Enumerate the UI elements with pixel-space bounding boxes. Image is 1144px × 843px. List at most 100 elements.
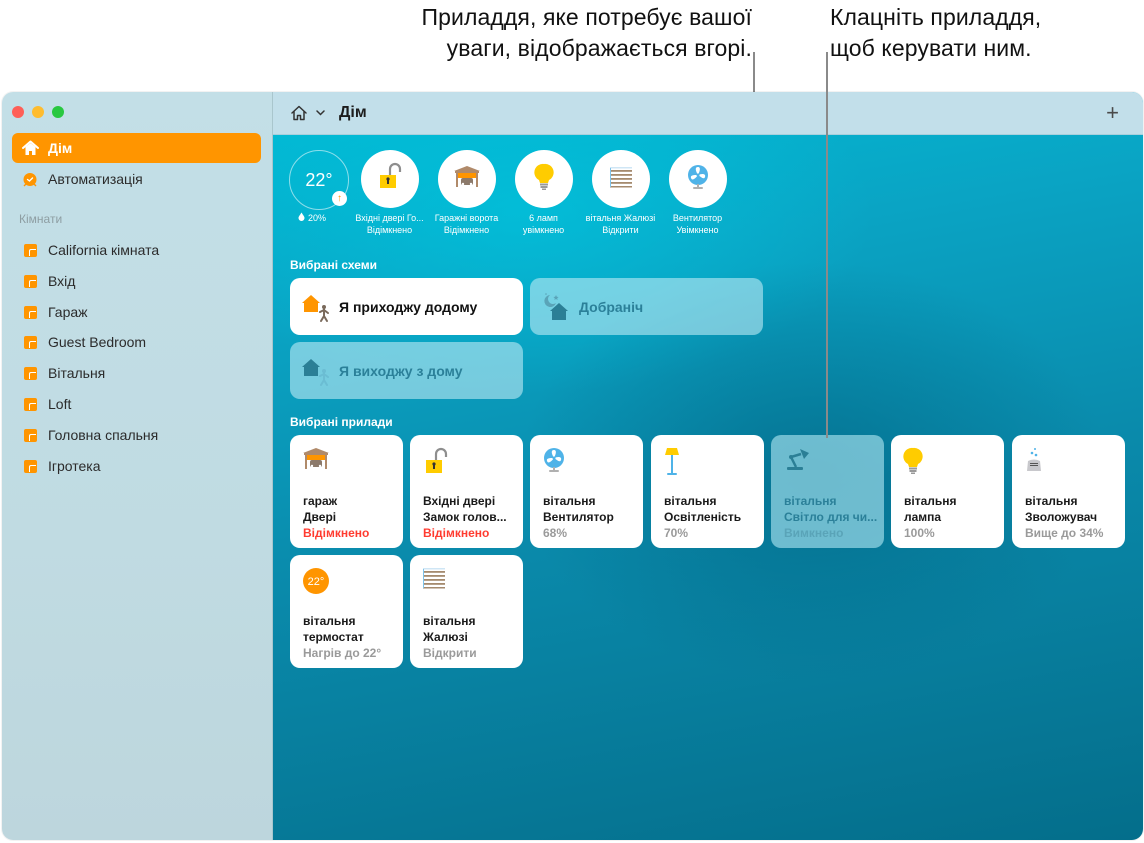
accessory-name: Жалюзі — [423, 630, 468, 644]
accessory-name: Зволожувач — [1025, 510, 1098, 524]
automation-clock-icon — [21, 170, 39, 188]
sidebar-room-guest-bedroom[interactable]: Guest Bedroom — [12, 327, 261, 357]
status-item-lights[interactable]: 6 ламп увімкнено — [505, 150, 582, 236]
minimize-window-button[interactable] — [32, 106, 44, 118]
blinds-icon — [609, 166, 633, 193]
accessory-name: Вентилятор — [543, 510, 614, 524]
room-icon — [21, 426, 39, 444]
svg-text:22°: 22° — [308, 576, 325, 588]
lock-icon — [422, 447, 450, 475]
status-label: Вентилятор — [672, 213, 723, 223]
temperature-value: 22° — [305, 169, 333, 190]
sidebar-room-master-bedroom[interactable]: Головна спальня — [12, 420, 261, 450]
fan-icon — [542, 447, 570, 475]
scene-leave-home[interactable]: Я виходжу з дому — [290, 342, 523, 399]
accessory-room: Вхідні двері — [423, 494, 496, 508]
leave-home-icon — [301, 355, 333, 387]
room-icon — [21, 241, 39, 259]
accessory-name: лампа — [904, 510, 942, 524]
close-window-button[interactable] — [12, 106, 24, 118]
accessory-room: вітальня — [423, 614, 476, 628]
sidebar-room-garage[interactable]: Гараж — [12, 297, 261, 327]
status-item-fan[interactable]: Вентилятор Увімкнено — [659, 150, 736, 236]
sidebar-item-label: Автоматизація — [48, 171, 143, 187]
room-icon — [21, 272, 39, 290]
accessory-tile-reading-light[interactable]: вітальня Світло для чи... Вимкнено — [771, 435, 884, 548]
house-icon[interactable] — [290, 104, 308, 122]
callout-attention-line1: Приладдя, яке потребує вашої — [421, 4, 752, 30]
garage-door-icon — [302, 447, 330, 475]
accessory-name: термостат — [303, 630, 364, 644]
room-icon — [21, 364, 39, 382]
arrive-home-icon — [301, 291, 333, 323]
sidebar-room-california[interactable]: California кімната — [12, 235, 261, 265]
blinds-icon — [422, 567, 450, 595]
scene-label: Я приходжу додому — [339, 298, 478, 315]
humidity: 20% — [289, 212, 351, 223]
accessory-name: Світло для чи... — [784, 510, 878, 524]
window-controls — [12, 106, 64, 118]
room-icon — [21, 333, 39, 351]
callout-attention: Приладдя, яке потребує вашої уваги, відо… — [292, 2, 752, 64]
accessory-status: Відкрити — [423, 646, 477, 660]
accessory-tile-humidifier[interactable]: вітальня Зволожувач Вище до 34% — [1012, 435, 1125, 548]
room-label: Ігротека — [48, 458, 101, 474]
accessory-room: вітальня — [784, 494, 837, 508]
chevron-down-icon[interactable] — [316, 108, 325, 119]
accessory-tile-blinds[interactable]: вітальня Жалюзі Відкрити — [410, 555, 523, 668]
accessory-tile-thermostat[interactable]: 22° вітальня термостат Нагрів до 22° — [290, 555, 403, 668]
sidebar-room-loft[interactable]: Loft — [12, 389, 261, 419]
main-content: Дім + 22° ↑ 20% Вхідні двері Го... Відім… — [273, 92, 1143, 840]
callout-click-line1: Клацніть приладдя, — [830, 4, 1042, 30]
status-item-front-door-lock[interactable]: Вхідні двері Го... Відімкнено — [351, 150, 428, 236]
accessory-tile-fan[interactable]: вітальня Вентилятор 68% — [530, 435, 643, 548]
rooms-heading: Кімнати — [19, 212, 63, 226]
callout-click: Клацніть приладдя, щоб керувати ним. — [830, 2, 1140, 64]
room-label: Вхід — [48, 273, 76, 289]
accessory-status: 68% — [543, 526, 568, 540]
room-label: Вітальня — [48, 365, 106, 381]
room-icon — [21, 395, 39, 413]
sidebar-item-home[interactable]: Дім — [12, 133, 261, 163]
lock-icon — [376, 162, 404, 197]
accessory-status: Вище до 34% — [1025, 526, 1104, 540]
humidifier-icon — [1024, 447, 1052, 475]
room-label: California кімната — [48, 242, 160, 258]
sidebar-room-living-room[interactable]: Вітальня — [12, 358, 261, 388]
climate-status[interactable]: 22° ↑ 20% — [289, 150, 351, 236]
home-app-window: Дім Автоматизація Кімнати California кім… — [2, 92, 1143, 840]
status-row: 22° ↑ 20% Вхідні двері Го... Відімкнено — [289, 150, 736, 236]
room-label: Головна спальня — [48, 427, 159, 443]
accessory-tile-garage-door[interactable]: гараж Двері Відімкнено — [290, 435, 403, 548]
callout-click-line2: щоб керувати ним. — [830, 35, 1032, 61]
accessory-tile-front-door-lock[interactable]: Вхідні двері Замок голов... Відімкнено — [410, 435, 523, 548]
sidebar-item-automation[interactable]: Автоматизація — [12, 164, 261, 194]
zoom-window-button[interactable] — [52, 106, 64, 118]
accessory-name: Освітленість — [664, 510, 742, 524]
accessory-tile-floor-lamp[interactable]: вітальня Освітленість 70% — [651, 435, 764, 548]
accessory-status: Відімкнено — [303, 526, 370, 540]
accessory-room: вітальня — [904, 494, 957, 508]
status-item-blinds[interactable]: вітальня Жалюзі Відкрити — [582, 150, 659, 236]
status-item-garage-door[interactable]: Гаражні ворота Відімкнено — [428, 150, 505, 236]
accessory-status: 70% — [664, 526, 689, 540]
heating-up-arrow-icon: ↑ — [332, 191, 347, 206]
status-value: Відімкнено — [366, 225, 413, 235]
favorite-scenes-heading: Вибрані схеми — [290, 258, 378, 272]
room-icon — [21, 457, 39, 475]
accessory-status: Вимкнено — [784, 526, 844, 540]
scene-label: Добраніч — [579, 298, 644, 315]
scene-good-night[interactable]: Добраніч — [530, 278, 763, 335]
desk-lamp-icon — [783, 447, 811, 475]
accessory-room: вітальня — [1025, 494, 1078, 508]
accessory-tile-lamp[interactable]: вітальня лампа 100% — [891, 435, 1004, 548]
status-value: Увімкнено — [676, 225, 719, 235]
status-label: Гаражні ворота — [434, 213, 499, 223]
accessory-room: вітальня — [303, 614, 356, 628]
sidebar-room-entrance[interactable]: Вхід — [12, 266, 261, 296]
sidebar-room-playroom[interactable]: Ігротека — [12, 451, 261, 481]
add-button[interactable]: + — [1106, 100, 1119, 126]
callout-attention-line2: уваги, відображається вгорі. — [446, 35, 752, 61]
droplet-icon — [298, 212, 305, 223]
scene-arrive-home[interactable]: Я приходжу додому — [290, 278, 523, 335]
